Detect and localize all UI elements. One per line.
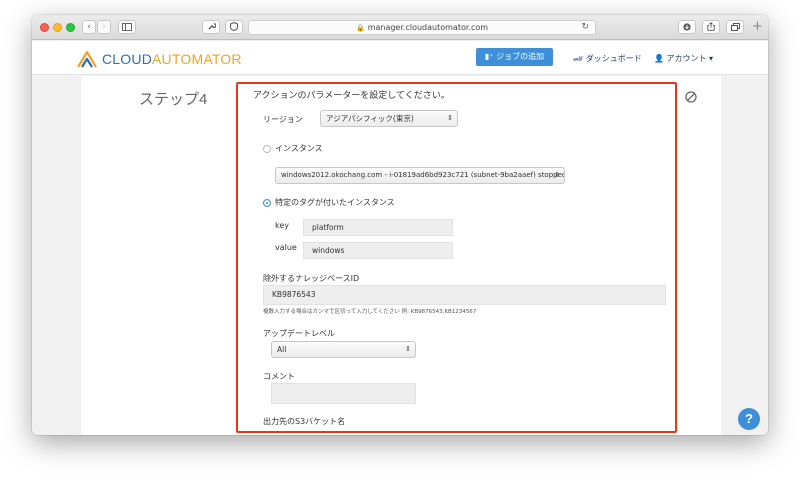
url-text: manager.cloudautomator.com [367, 23, 489, 32]
new-tab-icon[interactable]: + [752, 19, 763, 34]
dashboard-label: ダッシュボード [585, 54, 642, 63]
close-window-button[interactable] [40, 23, 49, 32]
dashboard-link[interactable]: 🏎 ダッシュボード [573, 53, 642, 64]
logo-text-automator: AUTOMATOR [152, 51, 242, 67]
forward-button[interactable]: › [97, 20, 111, 34]
select-arrow-icon: ⇕ [405, 345, 411, 353]
update-level-select[interactable]: All ⇕ [271, 341, 416, 358]
step-title: ステップ4 [139, 91, 208, 108]
logo-text-cloud: CLOUD [102, 51, 153, 67]
disable-icon[interactable] [685, 91, 697, 103]
instance-radio-label: インスタンス [275, 144, 323, 153]
comment-label: コメント [263, 372, 295, 381]
select-arrow-icon: ⇕ [554, 171, 560, 179]
address-bar[interactable]: 🔒 manager.cloudautomator.com ↻ [248, 20, 596, 35]
main-content: ステップ4 アクションのパラメーターを設定してください。 リージョン アジアパシ… [81, 76, 721, 435]
instance-value: windows2012.okochang.com - i-01819ad6bd9… [281, 171, 565, 179]
update-level-value: All [277, 345, 287, 354]
comment-input[interactable] [271, 383, 416, 404]
reload-icon[interactable]: ↻ [581, 21, 589, 34]
add-document-icon: ▮⁺ [484, 52, 494, 61]
share-button[interactable] [702, 20, 720, 34]
wrench-button[interactable] [202, 20, 220, 34]
s3-bucket-label: 出力先のS3バケット名 [263, 417, 346, 426]
sidebar-icon [122, 23, 132, 31]
kb-label: 除外するナレッジベースID [263, 274, 360, 283]
logo[interactable]: CLOUDAUTOMATOR [76, 50, 242, 68]
lock-icon: 🔒 [355, 24, 365, 32]
shield-icon [230, 21, 238, 32]
tagged-instance-radio[interactable] [263, 199, 271, 207]
region-label: リージョン [263, 115, 303, 124]
zoom-window-button[interactable] [66, 23, 75, 32]
select-arrow-icon: ⇕ [447, 114, 453, 122]
tagged-instance-label: 特定のタグが付いたインスタンス [275, 198, 395, 207]
form-heading: アクションのパラメーターを設定してください。 [253, 91, 450, 101]
add-job-label: ジョブの追加 [496, 52, 545, 61]
region-select[interactable]: アジアパシフィック(東京) ⇕ [320, 110, 458, 127]
app-header: CLOUDAUTOMATOR ▮⁺ ジョブの追加 🏎 ダッシュボード 👤 アカウ… [32, 41, 768, 75]
region-value: アジアパシフィック(東京) [326, 114, 414, 123]
instance-select[interactable]: windows2012.okochang.com - i-01819ad6bd9… [275, 167, 565, 184]
dashboard-icon: 🏎 [573, 54, 584, 63]
key-input[interactable]: platform [303, 219, 453, 236]
back-button[interactable]: ‹ [82, 20, 96, 34]
value-input[interactable]: windows [303, 242, 453, 259]
account-menu[interactable]: 👤 アカウント ▾ [654, 53, 713, 64]
instance-radio[interactable] [263, 145, 271, 153]
kb-input[interactable]: KB9876543 [263, 285, 666, 305]
tabs-icon [730, 23, 740, 31]
kb-hint: 複数入力する場合はカンマで区切って入力してください 例: KB9876543,K… [263, 309, 477, 315]
share-icon [707, 22, 715, 31]
tabs-button[interactable] [726, 20, 744, 34]
download-button[interactable] [678, 20, 696, 34]
key-label: key [275, 221, 290, 230]
account-label: アカウント ▾ [666, 54, 714, 63]
add-job-button[interactable]: ▮⁺ ジョブの追加 [476, 48, 553, 66]
help-button[interactable]: ? [738, 408, 760, 430]
parameter-panel: アクションのパラメーターを設定してください。 リージョン アジアパシフィック(東… [236, 82, 677, 433]
sidebar-toggle-button[interactable] [118, 20, 136, 34]
update-level-label: アップデートレベル [263, 329, 335, 338]
value-label: value [275, 243, 297, 252]
privacy-button[interactable] [225, 20, 243, 34]
user-icon: 👤 [654, 54, 664, 63]
minimize-window-button[interactable] [53, 23, 62, 32]
download-icon [683, 23, 691, 31]
wrench-icon [207, 23, 217, 30]
browser-window: ‹ › 🔒 manager.cloudautomator.com ↻ + CLO… [32, 15, 768, 435]
logo-icon [77, 50, 97, 68]
browser-toolbar: ‹ › 🔒 manager.cloudautomator.com ↻ + [32, 15, 768, 40]
